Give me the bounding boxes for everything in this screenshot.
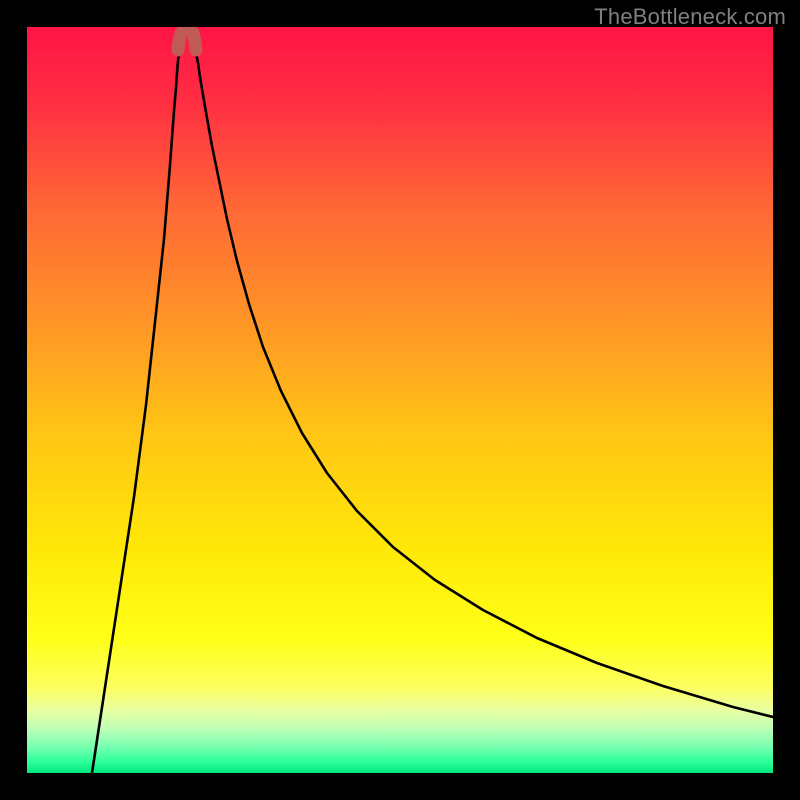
- gradient-background: [27, 27, 773, 773]
- watermark-text: TheBottleneck.com: [594, 4, 786, 30]
- chart-plot-area: [27, 27, 773, 773]
- chart-svg: [27, 27, 773, 773]
